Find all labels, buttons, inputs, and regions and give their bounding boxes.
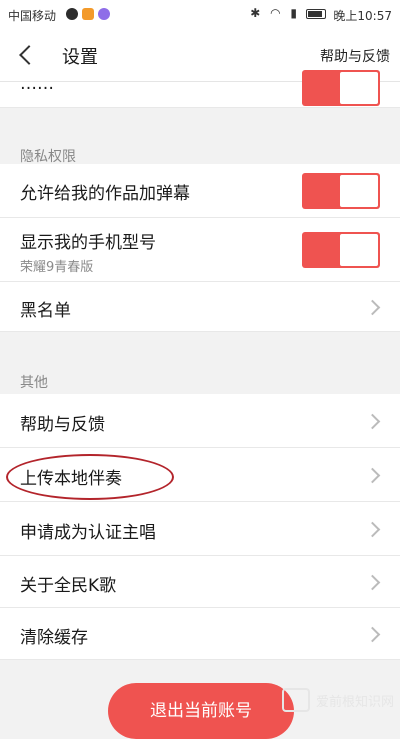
status-icons: [66, 8, 110, 20]
danmaku-toggle[interactable]: [302, 173, 380, 209]
notification-icon: [66, 8, 78, 20]
row-label: 申请成为认证主唱: [20, 523, 156, 543]
battery-icon: [306, 9, 326, 19]
row-label: 黑名单: [20, 301, 71, 321]
app-icon: [82, 8, 94, 20]
chevron-right-icon: [364, 467, 381, 484]
toggle-knob: [340, 72, 378, 104]
chevron-right-icon: [364, 574, 381, 591]
highlight-annotation-ellipse: [6, 454, 174, 500]
toggle-knob: [340, 234, 378, 266]
carrier-label: 中国移动: [8, 9, 57, 23]
settings-row-phone-model[interactable]: 显示我的手机型号 荣耀9青春版: [0, 218, 400, 282]
partial-row-label: ……: [20, 74, 54, 94]
row-label: 帮助与反馈: [20, 415, 105, 435]
section-title-privacy: 隐私权限: [20, 149, 76, 165]
chevron-right-icon: [364, 626, 381, 643]
row-label: 显示我的手机型号: [20, 233, 156, 253]
status-time: 晚上10:57: [333, 9, 392, 23]
row-label: 清除缓存: [20, 628, 88, 648]
chevron-right-icon: [364, 299, 381, 316]
toggle-knob: [340, 175, 378, 207]
watermark-logo-icon: [281, 688, 310, 712]
connectivity-icons: ✱ ◠ ▮: [250, 6, 300, 20]
settings-row-partial[interactable]: ……: [0, 70, 400, 108]
settings-row-help[interactable]: 帮助与反馈: [0, 394, 400, 448]
settings-row-danmaku[interactable]: 允许给我的作品加弹幕: [0, 164, 400, 218]
row-label: 关于全民K歌: [20, 576, 117, 596]
status-bar: 中国移动 ✱ ◠ ▮ 晚上10:57: [0, 0, 400, 30]
row-label: 允许给我的作品加弹幕: [20, 184, 190, 204]
phone-model-toggle[interactable]: [302, 232, 380, 268]
watermark-text: 爱前根知识网: [315, 694, 394, 710]
back-button[interactable]: [14, 40, 44, 70]
row-sublabel: 荣耀9青春版: [20, 260, 94, 275]
partial-row-toggle[interactable]: [302, 70, 380, 106]
page-title: 设置: [62, 47, 98, 68]
chevron-right-icon: [364, 413, 381, 430]
help-feedback-link[interactable]: 帮助与反馈: [320, 46, 390, 66]
music-app-icon: [98, 8, 110, 20]
logout-button[interactable]: 退出当前账号: [108, 683, 294, 739]
section-title-other: 其他: [20, 375, 48, 391]
settings-row-clear-cache[interactable]: 清除缓存: [0, 608, 400, 660]
watermark: 爱前根知识网: [281, 688, 394, 712]
chevron-right-icon: [364, 521, 381, 538]
settings-row-certified-singer[interactable]: 申请成为认证主唱: [0, 502, 400, 556]
settings-row-blacklist[interactable]: 黑名单: [0, 282, 400, 332]
settings-row-about[interactable]: 关于全民K歌: [0, 556, 400, 608]
